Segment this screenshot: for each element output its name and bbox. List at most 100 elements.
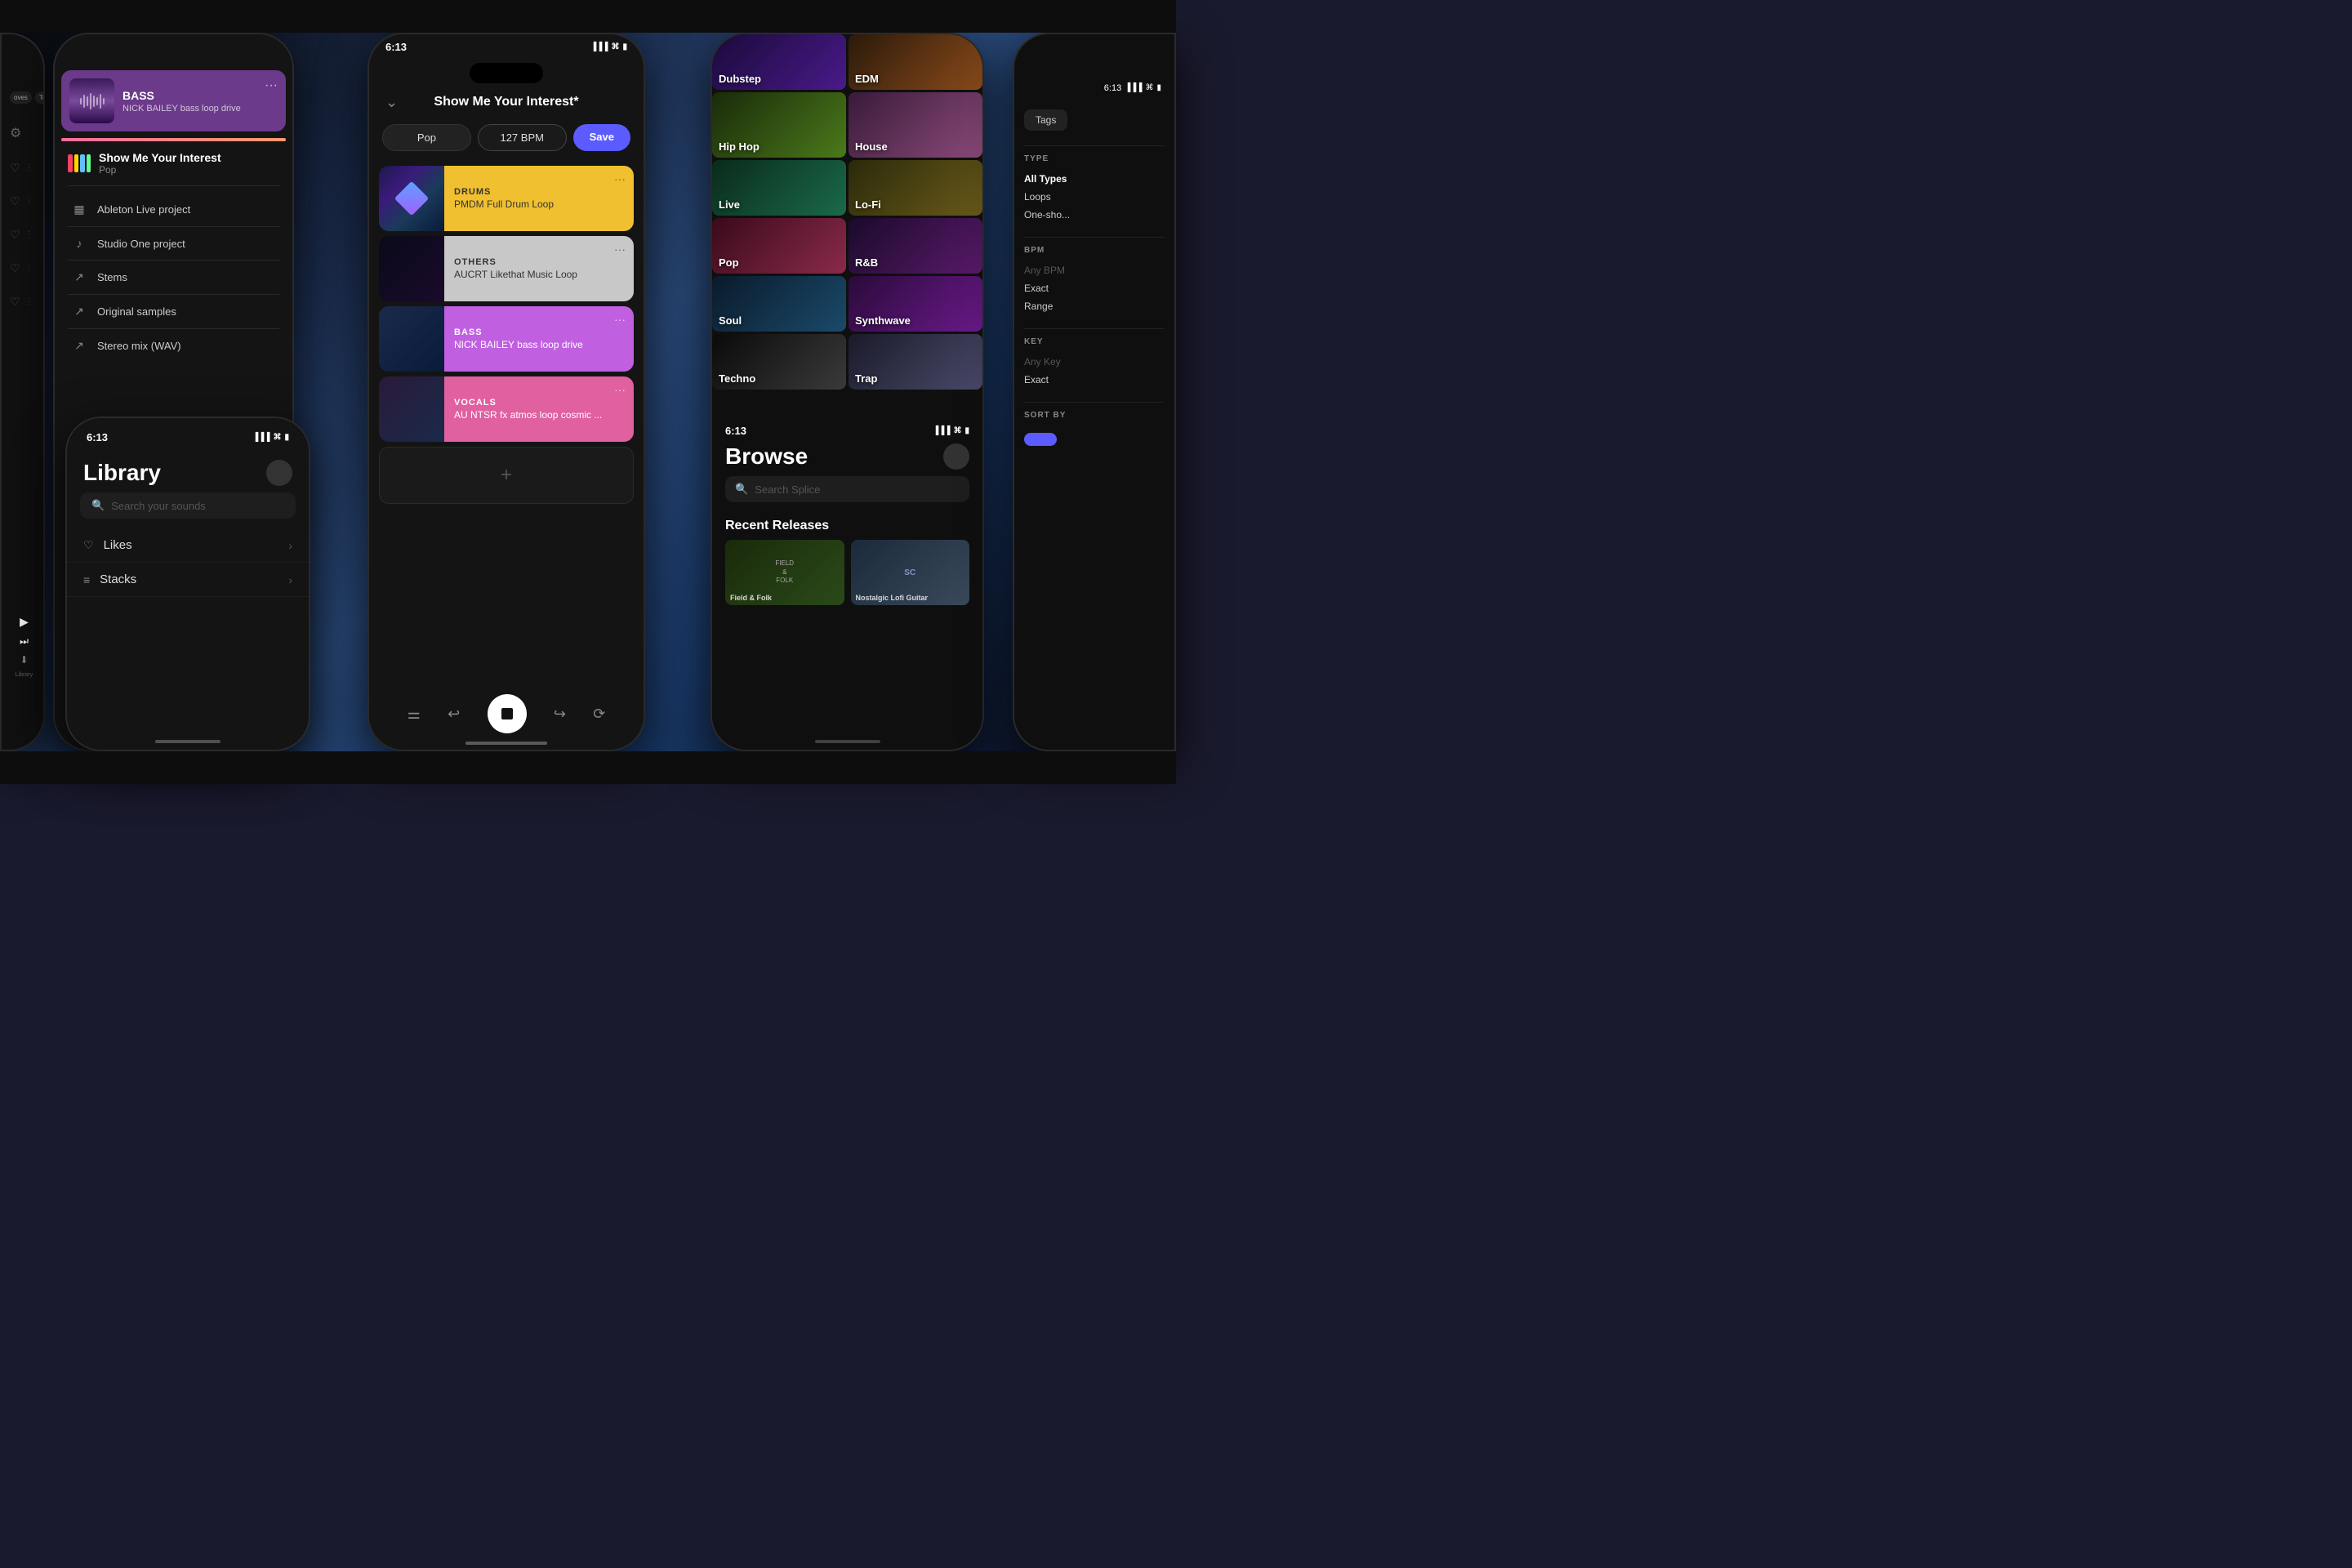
library-search-bar[interactable]: 🔍 Search your sounds (80, 492, 296, 519)
recent-card-2[interactable]: SC Nostalgic Lofi Guitar (851, 540, 970, 605)
genre-tile-trap[interactable]: Trap (849, 334, 982, 390)
add-track-button[interactable]: + (379, 447, 634, 504)
next-icon[interactable]: ⏭ (20, 635, 29, 648)
more-icon-4[interactable]: ⋮ (25, 264, 34, 273)
redo-icon[interactable]: ↪ (554, 706, 566, 723)
tags-button[interactable]: Tags (1024, 109, 1067, 131)
bpm-any[interactable]: Any BPM (1024, 261, 1165, 279)
export-studio-label: Studio One project (97, 238, 185, 250)
heart-icon-3[interactable]: ♡ (10, 228, 20, 242)
export-stems[interactable]: ↗ Stems (55, 261, 292, 294)
heart-icon-4[interactable]: ♡ (10, 261, 20, 275)
heart-icon-2[interactable]: ♡ (10, 194, 20, 208)
others-menu-icon[interactable]: ··· (614, 243, 626, 256)
browse-avatar[interactable] (943, 443, 969, 470)
genre-tile-rnb[interactable]: R&B (849, 218, 982, 274)
export-studio-one[interactable]: ♪ Studio One project (55, 227, 292, 260)
sync-icon[interactable]: ⟳ (593, 706, 605, 723)
library-avatar[interactable] (266, 460, 292, 486)
type-oneshot[interactable]: One-sho... (1024, 206, 1165, 224)
type-all[interactable]: All Types (1024, 170, 1165, 188)
back-icon[interactable]: ⌄ (385, 94, 398, 111)
sidebar-btn-top[interactable]: Top (35, 91, 45, 104)
drums-menu-icon[interactable]: ··· (614, 172, 626, 185)
bpm-range[interactable]: Range (1024, 297, 1165, 315)
bass-menu-icon[interactable]: ··· (265, 78, 278, 93)
vocals-menu-icon[interactable]: ··· (614, 383, 626, 396)
genre-tile-techno[interactable]: Techno (712, 334, 846, 390)
track-card-others[interactable]: OTHERS AUCRT Likethat Music Loop ··· (379, 236, 634, 301)
heart-icon-1[interactable]: ♡ (10, 161, 20, 175)
color-bars-icon (68, 154, 91, 172)
type-loops[interactable]: Loops (1024, 188, 1165, 206)
genre-row-5: Soul Synthwave (712, 276, 982, 332)
export-ableton[interactable]: ▦ Ableton Live project (55, 193, 292, 226)
more-icon-5[interactable]: ⋮ (25, 297, 34, 306)
stop-button[interactable] (488, 694, 527, 733)
library-item-stacks[interactable]: ≡ Stacks › (67, 563, 309, 597)
export-ableton-label: Ableton Live project (97, 203, 190, 216)
phone-library: 6:13 ▐▐▐ ⌘ ▮ Library 🔍 Search your sound… (65, 416, 310, 751)
right-status-icons: ▐▐▐ ⌘ ▮ (933, 426, 969, 435)
bass-title: BASS (122, 89, 278, 102)
genre-tile-lofi[interactable]: Lo-Fi (849, 160, 982, 216)
phone-far-right: 6:13 ▐▐▐ ⌘ ▮ Tags TYPE All Types Loops O… (1013, 33, 1176, 751)
heart-icon-5[interactable]: ♡ (10, 295, 20, 309)
genre-tile-live[interactable]: Live (712, 160, 846, 216)
signal-icon: ▐▐▐ (590, 42, 608, 51)
project-row[interactable]: Show Me Your Interest Pop (55, 141, 292, 185)
filter-key-section: KEY Any Key Exact (1024, 337, 1165, 389)
play-icon[interactable]: ▶ (20, 615, 29, 629)
far-left-item-1: ♡ ⋮ (7, 154, 38, 181)
far-left-item-4: ♡ ⋮ (7, 255, 38, 282)
genre-row-6: Techno Trap (712, 334, 982, 390)
track-card-drums[interactable]: DRUMS PMDM Full Drum Loop ··· (379, 166, 634, 231)
sidebar-btn-oves[interactable]: oves (10, 91, 32, 104)
export-original[interactable]: ↗ Original samples (55, 295, 292, 328)
genre-label-lofi: Lo-Fi (855, 198, 881, 211)
bpm-exact[interactable]: Exact (1024, 279, 1165, 297)
download-icon[interactable]: ⬇ (20, 654, 28, 666)
track-card-vocals[interactable]: VOCALS AU NTSR fx atmos loop cosmic ... … (379, 376, 634, 442)
more-icon-2[interactable]: ⋮ (25, 197, 34, 206)
waveform (80, 93, 105, 109)
top-bar (0, 0, 1176, 33)
spacer (712, 399, 982, 405)
key-exact[interactable]: Exact (1024, 371, 1165, 389)
more-icon-3[interactable]: ⋮ (25, 230, 34, 239)
genre-tile-edm[interactable]: EDM (849, 34, 982, 90)
save-button[interactable]: Save (573, 124, 630, 151)
library-status-bar: 6:13 ▐▐▐ ⌘ ▮ (67, 418, 309, 447)
bass-info: BASS NICK BAILEY bass loop drive (122, 89, 278, 114)
genre-label-dubstep: Dubstep (719, 73, 761, 85)
export-stereo[interactable]: ↗ Stereo mix (WAV) (55, 329, 292, 363)
track-card-bass[interactable]: BASS NICK BAILEY bass loop drive ··· (379, 306, 634, 372)
library-item-likes[interactable]: ♡ Likes › (67, 528, 309, 563)
genre-tile-house[interactable]: House (849, 92, 982, 158)
library-home-indicator (155, 740, 220, 743)
browse-search-bar[interactable]: 🔍 Search Splice (725, 476, 969, 502)
genre-tile-dubstep[interactable]: Dubstep (712, 34, 846, 90)
genre-tile-synthwave[interactable]: Synthwave (849, 276, 982, 332)
genre-tile-pop[interactable]: Pop (712, 218, 846, 274)
far-right-signal: ▐▐▐ (1125, 83, 1142, 93)
bpm-pill[interactable]: 127 BPM (478, 124, 567, 151)
key-any[interactable]: Any Key (1024, 353, 1165, 371)
bass-track-menu-icon[interactable]: ··· (614, 313, 626, 326)
drums-thumbnail (379, 166, 444, 231)
recent-card-1[interactable]: FIELD&FOLK Field & Folk (725, 540, 844, 605)
filter-icon[interactable]: ⚙ (7, 118, 38, 148)
genre-grid: Dubstep EDM Hip Hop House Live (712, 34, 982, 399)
sort-apply-button[interactable] (1024, 433, 1057, 446)
genre-tile-hiphop[interactable]: Hip Hop (712, 92, 846, 158)
undo-icon[interactable]: ↩ (448, 706, 460, 723)
more-icon-1[interactable]: ⋮ (25, 163, 34, 172)
filter-type-section: TYPE All Types Loops One-sho... (1024, 154, 1165, 224)
bass-card[interactable]: BASS NICK BAILEY bass loop drive ··· (61, 70, 286, 131)
mix-icon[interactable]: ⚌ (408, 706, 421, 723)
center-nav-title: Show Me Your Interest* (434, 95, 578, 109)
genre-tile-soul[interactable]: Soul (712, 276, 846, 332)
genre-pill[interactable]: Pop (382, 124, 471, 151)
others-category: OTHERS (454, 257, 624, 267)
vocals-info: VOCALS AU NTSR fx atmos loop cosmic ... … (444, 376, 634, 442)
